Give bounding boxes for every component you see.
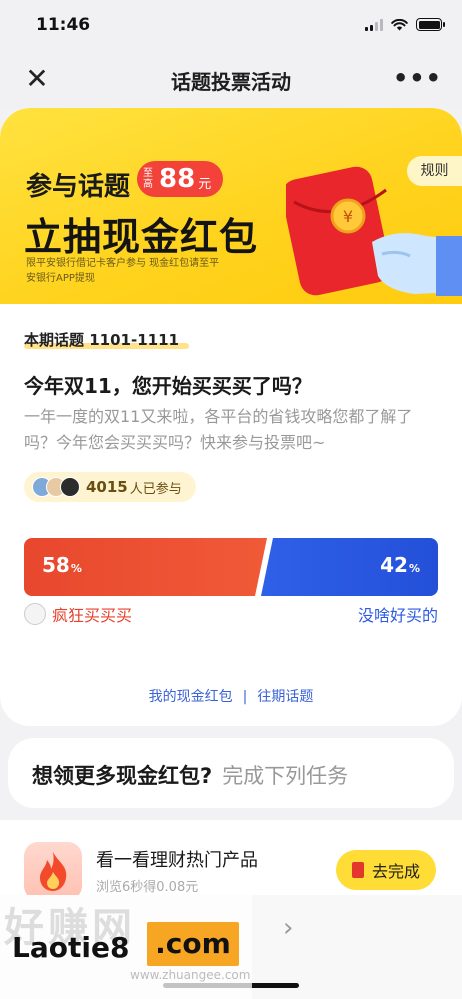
vote-option-left-label: 疯狂买买买 <box>52 606 133 625</box>
task-description: 浏览6秒得0.08元 <box>96 880 199 895</box>
vote-bar-right[interactable]: 42% <box>261 538 438 596</box>
flame-icon <box>24 842 82 900</box>
vote-left-percent: 58% <box>42 553 82 577</box>
selected-avatar-icon <box>24 603 46 625</box>
nav-bar: ✕ 话题投票活动 ••• <box>0 52 462 108</box>
status-time: 11:46 <box>36 15 91 35</box>
status-bar: 11:46 <box>0 0 462 52</box>
watermark-domain: .com <box>147 922 239 966</box>
task-title: 看一看理财热门产品 <box>96 850 258 871</box>
topic-card: 参与话题 至高 88 元 立抽现金红包 限平安银行借记卡客户参与 现金红包请至平… <box>0 108 462 726</box>
vote-right-percent: 42% <box>380 553 420 577</box>
topic-question: 今年双11，您开始买买买了吗？ <box>24 374 312 398</box>
vote-bars: 58% 42% <box>24 538 438 596</box>
link-separator: | <box>242 689 248 705</box>
footer-links: 我的现金红包 | 往期话题 <box>0 686 462 706</box>
svg-text:¥: ¥ <box>343 207 353 226</box>
vote-option-right[interactable]: 没啥好买的 <box>358 602 438 626</box>
participants-badge: 4015 人已参与 <box>24 472 196 502</box>
banner-headline: 参与话题 <box>26 172 131 202</box>
vote-option-left[interactable]: 疯狂买买买 <box>24 602 132 626</box>
promo-banner: 参与话题 至高 88 元 立抽现金红包 限平安银行借记卡客户参与 现金红包请至平… <box>0 108 462 304</box>
battery-icon <box>416 18 445 31</box>
tasks-subtitle: 完成下列任务 <box>222 764 349 788</box>
task-item: 看一看理财热门产品 浏览6秒得0.08元 去完成 <box>0 820 462 900</box>
forward-arrow-icon[interactable]: › <box>283 913 293 943</box>
watermark-url: www.zhuangee.com <box>130 968 251 982</box>
badge-prefix: 至高 <box>143 168 153 190</box>
wifi-icon <box>391 18 408 30</box>
banner-title: 立抽现金红包 <box>24 215 259 259</box>
past-topics-link[interactable]: 往期话题 <box>257 689 313 705</box>
badge-amount: 88 <box>159 164 196 194</box>
banner-note: 限平安银行借记卡客户参与 现金红包请至平安银行APP提现 <box>26 258 220 284</box>
red-envelope-icon: ¥ <box>286 166 462 296</box>
vote-bar-left[interactable]: 58% <box>24 538 267 596</box>
more-options-icon[interactable]: ••• <box>393 64 442 92</box>
participants-count: 4015 <box>86 478 128 496</box>
topic-description: 一年一度的双11又来啦，各平台的省钱攻略您都了解了吗？今年您会买买买吗？快来参与… <box>24 407 413 452</box>
tasks-header: 想领更多现金红包? 完成下列任务 <box>8 738 454 808</box>
tasks-title: 想领更多现金红包? 完成下列任务 <box>32 764 349 788</box>
participants-suffix: 人已参与 <box>129 481 182 497</box>
avatar <box>60 477 80 497</box>
watermark-text: Laotie8 <box>12 931 130 964</box>
badge-unit: 元 <box>198 176 212 192</box>
red-envelope-small-icon <box>351 862 364 878</box>
topic-period: 本期话题 1101-1111 <box>24 331 179 349</box>
signal-icon <box>365 18 383 31</box>
task-complete-button[interactable]: 去完成 <box>336 850 436 890</box>
my-redpacket-link[interactable]: 我的现金红包 <box>149 689 233 705</box>
max-amount-badge: 至高 88 元 <box>137 161 224 197</box>
status-icons <box>365 18 445 31</box>
task-button-label: 去完成 <box>371 862 420 881</box>
